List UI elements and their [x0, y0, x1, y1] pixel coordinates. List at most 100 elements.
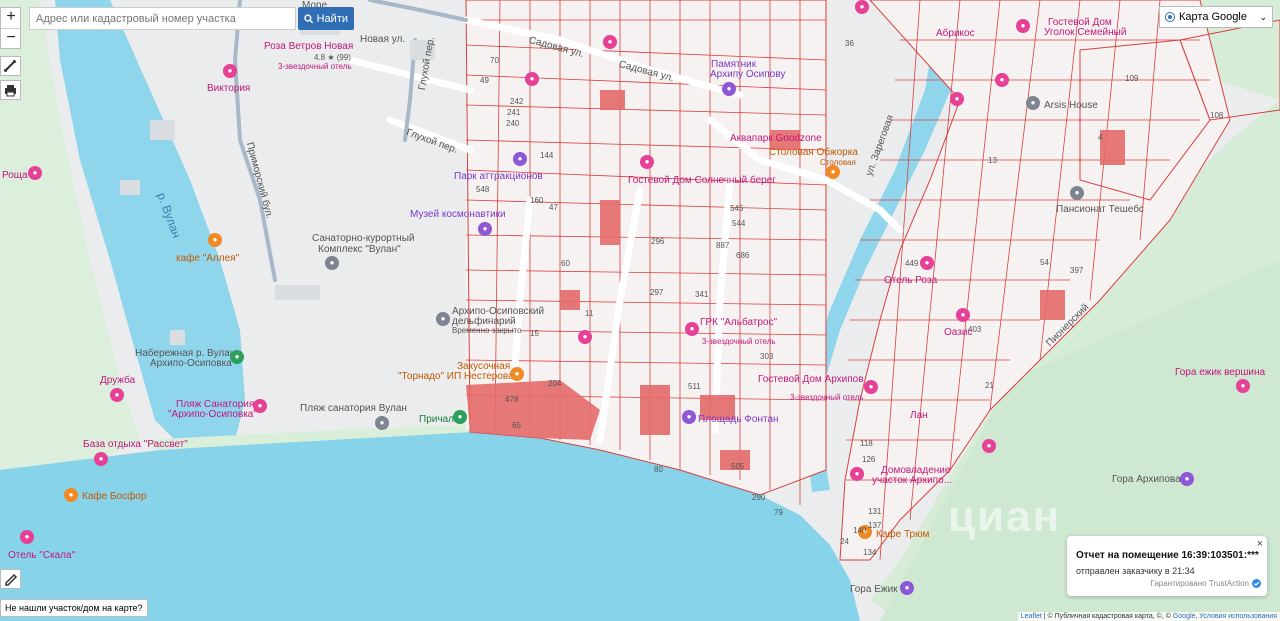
hotel-icon[interactable]: ● [603, 35, 617, 49]
parcel-number[interactable]: 126 [862, 454, 875, 465]
hotel-icon[interactable]: ● [864, 380, 878, 394]
zoom-in-button[interactable]: + [1, 8, 21, 28]
cafe-icon[interactable]: ● [510, 367, 524, 381]
hotel-icon[interactable]: ● [223, 64, 237, 78]
place-label: Гостевой Дом Архипов [758, 374, 864, 385]
guarantee-badge[interactable]: Гарантировано TrustAction [1150, 579, 1261, 588]
cafe-icon[interactable]: ● [64, 488, 78, 502]
poi-icon[interactable]: ● [1070, 186, 1084, 200]
print-button[interactable] [0, 80, 21, 100]
hotel-icon[interactable]: ● [20, 530, 34, 544]
parcel-number[interactable]: 242 [510, 96, 523, 107]
hotel-icon[interactable]: ● [1236, 379, 1250, 393]
poi-icon[interactable]: ● [1026, 96, 1040, 110]
fountain-icon[interactable]: ● [682, 410, 696, 424]
parcel-number[interactable]: 296 [651, 236, 664, 247]
search-button[interactable]: Найти [298, 7, 354, 30]
poi-icon[interactable]: ● [325, 256, 339, 270]
hotel-icon[interactable]: ● [1016, 19, 1030, 33]
parcel-number[interactable]: 80 [654, 464, 663, 475]
parcel-number[interactable]: 241 [507, 107, 520, 118]
google-link[interactable]: Google [1173, 613, 1196, 620]
mountain-icon[interactable]: ● [900, 581, 914, 595]
parcel-number[interactable]: 548 [476, 184, 489, 195]
mountain-icon[interactable]: ● [1180, 472, 1194, 486]
parcel-number[interactable]: 21 [985, 380, 994, 391]
parcel-number[interactable]: 11 [585, 308, 593, 319]
zoom-out-button[interactable]: − [1, 28, 21, 49]
parcel-number[interactable]: 511 [688, 381, 701, 392]
monument-icon[interactable]: ● [722, 82, 736, 96]
parcel-number[interactable]: 54 [1040, 257, 1049, 268]
layer-select[interactable]: Карта Google ⌄ [1159, 6, 1273, 28]
parcel-number[interactable]: 13 [988, 155, 997, 166]
hotel-icon[interactable]: ● [94, 452, 108, 466]
parcel-number[interactable]: 109 [1125, 73, 1138, 84]
parcel-number[interactable]: 887 [716, 240, 729, 251]
place-label: База отдыха "Рассвет" [83, 439, 188, 450]
hotel-icon[interactable]: ● [950, 92, 964, 106]
parcel-number[interactable]: 403 [968, 324, 981, 335]
parcel-number[interactable]: 686 [736, 250, 749, 261]
parcel-number[interactable]: 160 [530, 195, 543, 206]
poi-icon[interactable]: ● [375, 416, 389, 430]
parcel-number[interactable]: 36 [845, 38, 854, 49]
park-icon[interactable]: ● [513, 152, 527, 166]
parcel-number[interactable]: 341 [695, 289, 708, 300]
parcel-number[interactable]: 131 [868, 506, 881, 517]
hotel-icon[interactable]: ● [956, 308, 970, 322]
hotel-icon[interactable]: ● [525, 72, 539, 86]
parcel-number[interactable]: 70 [490, 55, 499, 66]
hotel-icon[interactable]: ● [685, 322, 699, 336]
search-input[interactable] [29, 7, 296, 30]
parcel-number[interactable]: 79 [774, 507, 783, 518]
cafe-icon[interactable]: ● [826, 165, 840, 179]
parcel-number[interactable]: 297 [650, 287, 663, 298]
cafe-icon[interactable]: ● [208, 233, 222, 247]
parcel-number[interactable]: 545 [730, 203, 743, 214]
edit-tool-button[interactable] [0, 569, 21, 589]
not-found-link[interactable]: Не нашли участок/дом на карте? [0, 599, 148, 617]
measure-tool-button[interactable] [0, 56, 21, 76]
parcel-number[interactable]: 60 [561, 258, 570, 269]
hotel-icon[interactable]: ● [640, 155, 654, 169]
parcel-number[interactable]: 47 [549, 202, 558, 213]
poi-icon[interactable]: ● [436, 312, 450, 326]
park-icon[interactable]: ● [230, 350, 244, 364]
hotel-icon[interactable]: ● [850, 467, 864, 481]
close-icon[interactable]: × [1257, 538, 1263, 550]
hotel-icon[interactable]: ● [995, 73, 1009, 87]
hotel-icon[interactable]: ● [578, 330, 592, 344]
parcel-number[interactable]: 24 [840, 536, 849, 547]
parcel-number[interactable]: 137 [868, 520, 881, 531]
hotel-icon[interactable]: ● [110, 388, 124, 402]
parcel-number[interactable]: 65 [512, 420, 521, 431]
parcel-number[interactable]: 49 [480, 75, 489, 86]
pier-icon[interactable]: ● [453, 410, 467, 424]
parcel-number[interactable]: 303 [760, 351, 773, 362]
parcel-number[interactable]: 108 [1210, 110, 1223, 121]
parcel-number[interactable]: 240 [506, 118, 519, 129]
place-label: Отель Роза [884, 275, 938, 286]
hotel-icon[interactable]: ● [855, 0, 869, 14]
parcel-number[interactable]: 15 [530, 328, 539, 339]
parcel-number[interactable]: 4 [1098, 132, 1102, 143]
parcel-number[interactable]: 544 [732, 218, 745, 229]
hotel-icon[interactable]: ● [920, 256, 934, 270]
parcel-number[interactable]: 134 [863, 547, 876, 558]
hotel-icon[interactable]: ● [982, 439, 996, 453]
parcel-number[interactable]: 140 [853, 525, 866, 536]
parcel-number[interactable]: 290 [752, 492, 765, 503]
parcel-number[interactable]: 478 [505, 394, 518, 405]
hotel-icon[interactable]: ● [28, 166, 42, 180]
parcel-number[interactable]: 144 [540, 150, 553, 161]
parcel-number[interactable]: 118 [860, 438, 873, 449]
parcel-number[interactable]: 204 [548, 378, 561, 389]
parcel-number[interactable]: 505 [731, 461, 744, 472]
leaflet-link[interactable]: Leaflet [1021, 613, 1042, 620]
terms-link[interactable]: Условия использования [1199, 613, 1277, 620]
hotel-icon[interactable]: ● [253, 399, 267, 413]
parcel-number[interactable]: 449 [905, 258, 918, 269]
museum-icon[interactable]: ● [478, 222, 492, 236]
parcel-number[interactable]: 397 [1070, 265, 1083, 276]
